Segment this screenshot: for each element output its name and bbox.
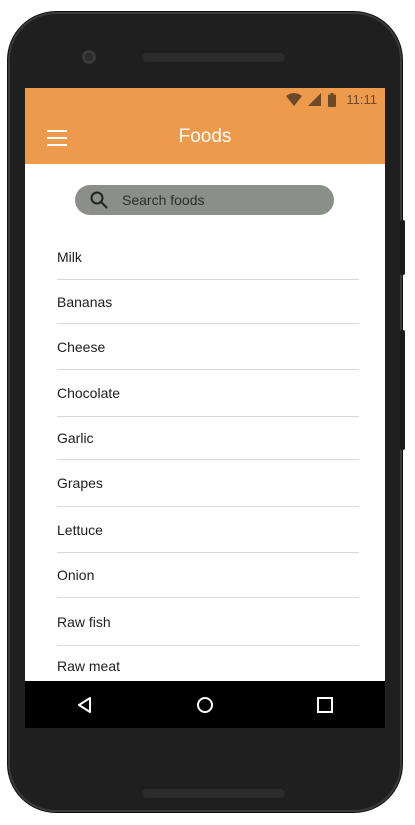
top-speaker bbox=[141, 51, 286, 62]
list-item[interactable]: Lettuce bbox=[57, 507, 359, 553]
power-button bbox=[400, 330, 405, 450]
food-list: Milk Bananas Cheese Chocolate Garlic Gra… bbox=[57, 234, 359, 686]
search-input[interactable] bbox=[120, 191, 314, 209]
back-button[interactable] bbox=[65, 685, 105, 725]
wifi-icon bbox=[286, 92, 303, 106]
list-item[interactable]: Onion bbox=[57, 553, 359, 598]
search-icon bbox=[90, 191, 108, 209]
recents-icon bbox=[317, 696, 333, 713]
screen: 11:11 Foods Milk Bananas Cheese Chocolat… bbox=[25, 88, 385, 728]
list-item[interactable]: Raw fish bbox=[57, 598, 359, 646]
battery-icon bbox=[328, 92, 337, 107]
status-time: 11:11 bbox=[346, 92, 377, 107]
signal-icon bbox=[308, 92, 322, 106]
status-bar: 11:11 bbox=[25, 88, 385, 112]
list-item[interactable]: Raw meat bbox=[57, 646, 359, 686]
list-item[interactable]: Bananas bbox=[57, 280, 359, 324]
list-item[interactable]: Garlic bbox=[57, 417, 359, 460]
back-icon bbox=[78, 696, 91, 713]
recents-button[interactable] bbox=[305, 685, 345, 725]
app-bar: Foods bbox=[25, 112, 385, 164]
navigation-bar bbox=[25, 681, 385, 728]
home-icon bbox=[197, 696, 213, 713]
list-item[interactable]: Grapes bbox=[57, 460, 359, 507]
list-item[interactable]: Milk bbox=[57, 234, 359, 280]
volume-button bbox=[400, 220, 405, 275]
home-button[interactable] bbox=[185, 685, 225, 725]
search-bar[interactable] bbox=[75, 185, 334, 215]
page-title: Foods bbox=[178, 126, 232, 147]
front-camera bbox=[82, 50, 96, 64]
bottom-speaker bbox=[141, 787, 286, 798]
list-item[interactable]: Cheese bbox=[57, 324, 359, 370]
list-item[interactable]: Chocolate bbox=[57, 370, 359, 417]
